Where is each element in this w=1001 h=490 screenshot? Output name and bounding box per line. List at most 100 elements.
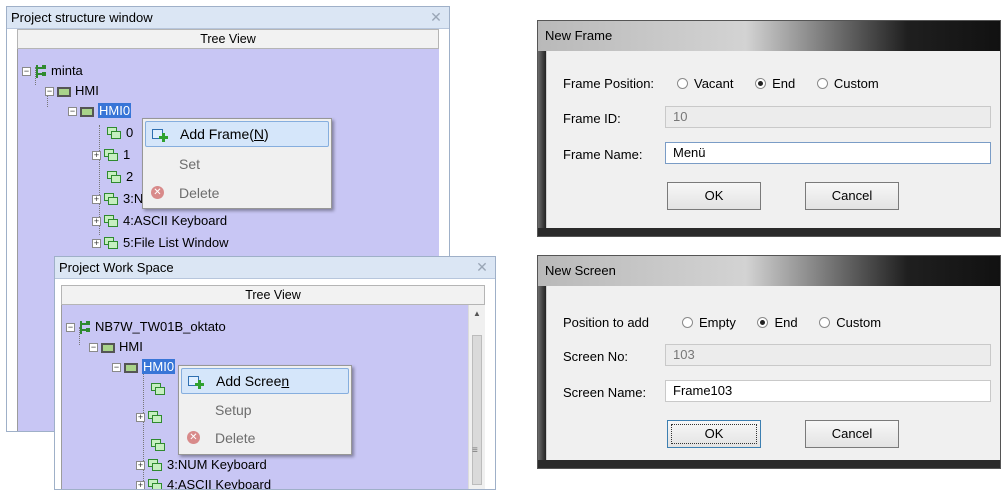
tree-label: 3:NUM Keyboard — [167, 457, 267, 472]
tree-label: HMI — [75, 83, 99, 98]
delete-menu-item[interactable]: ✕ Delete — [145, 180, 329, 206]
collapse-icon[interactable]: − — [89, 343, 98, 353]
tree-label-selected: HMI0 — [142, 359, 176, 374]
expand-icon[interactable]: + — [136, 461, 145, 471]
frame-icon — [107, 171, 122, 184]
add-screen-menu-item[interactable]: Add Screen — [181, 368, 349, 394]
delete-menu-item[interactable]: ✕ Delete — [181, 425, 349, 451]
frame-icon — [148, 459, 163, 472]
expand-icon[interactable]: + — [136, 413, 145, 423]
tree-label: 5:File List Window — [123, 235, 229, 250]
scroll-thumb[interactable] — [472, 335, 482, 485]
frame-icon — [104, 237, 119, 250]
tree-node-frame[interactable]: +4:ASCII Keyboard — [92, 211, 227, 231]
frame-icon — [148, 479, 163, 489]
radio-button-checked-icon[interactable] — [757, 317, 769, 328]
close-icon[interactable]: ✕ — [475, 257, 489, 278]
ok-button[interactable]: OK — [667, 420, 761, 448]
setup-menu-item[interactable]: Setup — [181, 397, 349, 423]
frame-id-field: 10 — [665, 106, 991, 128]
frame-position-radio-group: Vacant End Custom — [677, 76, 897, 91]
radio-button-icon[interactable] — [677, 78, 688, 89]
tree-node-frame[interactable]: +1 — [92, 145, 130, 165]
tree-label: 2 — [126, 169, 134, 184]
tree-label: 1 — [123, 147, 131, 162]
screen-no-field: 103 — [665, 344, 991, 366]
tree-node-hmi0[interactable]: − HMI0 — [112, 357, 176, 377]
tree-view-header[interactable]: Tree View — [61, 285, 485, 305]
collapse-icon[interactable]: − — [68, 107, 77, 117]
tree-node-frame[interactable]: 2 — [107, 167, 133, 187]
ok-button[interactable]: OK — [667, 182, 761, 210]
frame-name-input[interactable]: Menü — [665, 142, 991, 164]
collapse-icon[interactable]: − — [66, 323, 75, 333]
screen-name-input[interactable]: Frame103 — [665, 380, 991, 402]
frame-icon — [151, 439, 166, 452]
radio-end[interactable]: End — [755, 76, 795, 91]
radio-button-icon[interactable] — [682, 317, 693, 328]
hmi-icon — [124, 362, 138, 373]
expand-icon[interactable]: + — [92, 195, 101, 205]
tree-node-hmi[interactable]: − HMI — [89, 337, 143, 357]
radio-vacant[interactable]: Vacant — [677, 76, 734, 91]
tree-node-frame[interactable] — [151, 379, 170, 399]
tree-label: HMI — [119, 339, 143, 354]
tree-label: 4:ASCII Keyboard — [123, 213, 228, 228]
tree-node-frame[interactable]: 0 — [107, 123, 133, 143]
radio-end[interactable]: End — [757, 315, 798, 330]
set-menu-item[interactable]: Set — [145, 151, 329, 177]
frame-icon — [104, 193, 119, 206]
tree-node-frame[interactable]: +3:NUM Keyboard — [136, 455, 267, 475]
radio-button-checked-icon[interactable] — [755, 78, 767, 89]
screen-name-label: Screen Name: — [563, 385, 647, 400]
hmi-icon — [57, 86, 71, 97]
expand-icon[interactable]: + — [92, 151, 101, 161]
expand-icon[interactable]: + — [92, 217, 101, 227]
frame-icon — [104, 149, 119, 162]
tree-node-project[interactable]: − NB7W_TW01B_oktato — [66, 317, 226, 337]
radio-button-icon[interactable] — [816, 78, 828, 89]
add-frame-menu-item[interactable]: Add Frame(N) — [145, 121, 329, 147]
expand-icon[interactable]: + — [136, 481, 145, 489]
panel-title: Project structure window — [7, 7, 449, 29]
radio-button-icon[interactable] — [819, 317, 831, 328]
position-to-add-label: Position to add — [563, 315, 650, 330]
collapse-icon[interactable]: − — [112, 363, 121, 373]
tree-view-header[interactable]: Tree View — [17, 29, 439, 49]
cancel-button[interactable]: Cancel — [805, 182, 899, 210]
tree-node-hmi[interactable]: − HMI — [45, 81, 99, 101]
tree-node-frame[interactable]: +5:File List Window — [92, 233, 228, 253]
vertical-scrollbar[interactable]: ▲ ≡ — [468, 305, 485, 489]
collapse-icon[interactable]: − — [22, 67, 31, 77]
scroll-grip-icon: ≡ — [472, 445, 478, 456]
add-frame-icon — [152, 128, 168, 142]
radio-custom[interactable]: Custom — [816, 76, 879, 91]
scroll-up-icon[interactable]: ▲ — [473, 309, 481, 318]
new-screen-dialog: New Screen Position to add Empty End Cus… — [537, 255, 1001, 469]
tree-node-project[interactable]: − minta — [22, 61, 83, 81]
tree-label: minta — [51, 63, 83, 78]
frame-position-label: Frame Position: — [563, 76, 655, 91]
frame-icon — [151, 383, 166, 396]
tree-node-frame[interactable] — [151, 435, 170, 455]
frame-icon — [104, 215, 119, 228]
context-menu: Add Screen Setup ✕ Delete — [178, 365, 352, 455]
frame-name-label: Frame Name: — [563, 147, 643, 162]
context-menu: Add Frame(N) Set ✕ Delete — [142, 118, 332, 209]
delete-icon: ✕ — [187, 431, 200, 444]
frame-icon — [107, 127, 122, 140]
new-frame-dialog: New Frame Frame Position: Vacant End Cus… — [537, 20, 1001, 237]
cancel-button[interactable]: Cancel — [805, 420, 899, 448]
position-radio-group: Empty End Custom — [682, 315, 899, 330]
close-icon[interactable]: ✕ — [429, 7, 443, 28]
tree-node-hmi0[interactable]: − HMI0 — [68, 101, 132, 121]
radio-custom[interactable]: Custom — [819, 315, 881, 330]
collapse-icon[interactable]: − — [45, 87, 54, 97]
expand-icon[interactable]: + — [92, 239, 101, 249]
frame-id-label: Frame ID: — [563, 111, 621, 126]
tree-node-frame[interactable]: + — [136, 407, 167, 427]
radio-empty[interactable]: Empty — [682, 315, 736, 330]
hmi-icon — [80, 106, 94, 117]
screen-no-label: Screen No: — [563, 349, 629, 364]
tree-node-frame[interactable]: +4:ASCII Keyboard — [136, 475, 271, 489]
